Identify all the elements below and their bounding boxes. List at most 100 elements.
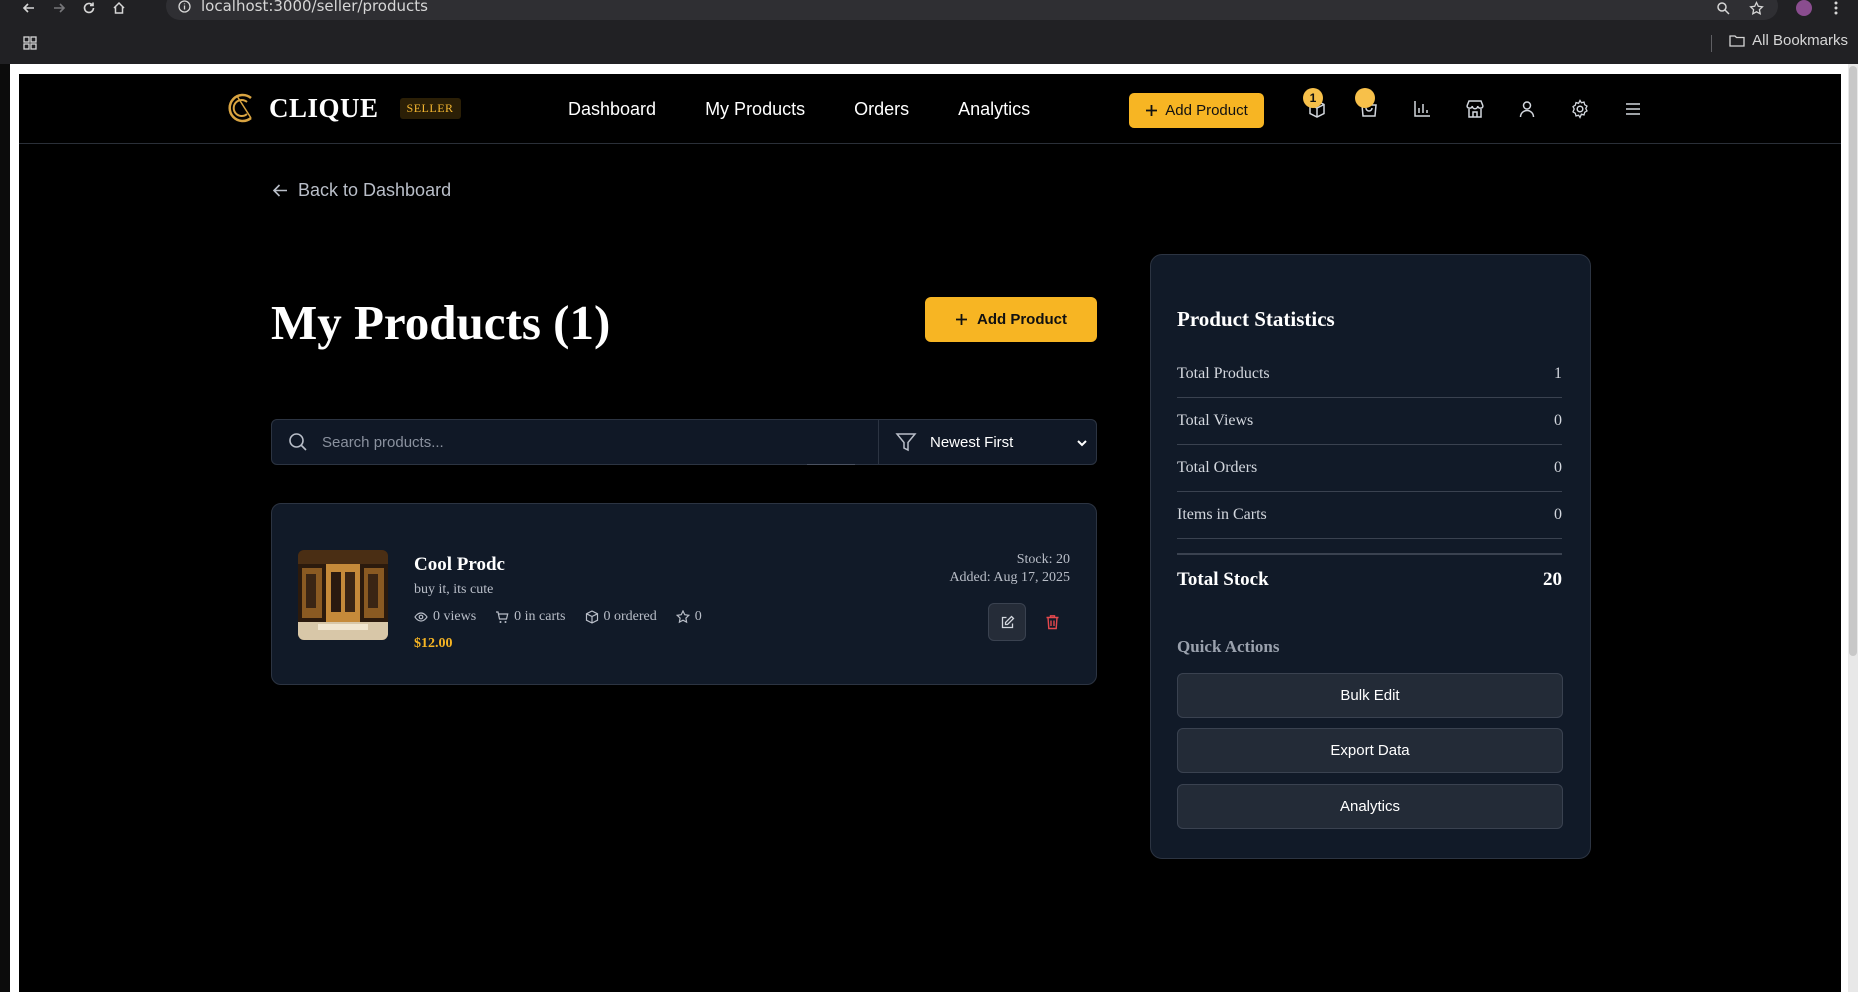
address-bar[interactable]: localhost:3000/seller/products xyxy=(166,0,1778,20)
back-nav-icon[interactable] xyxy=(22,0,36,16)
eye-icon xyxy=(414,612,428,622)
carts-stat: 0 in carts xyxy=(495,609,566,625)
brand-mark-icon xyxy=(228,93,252,123)
add-product-button[interactable]: Add Product xyxy=(925,297,1097,342)
bookmarks-divider xyxy=(1711,35,1712,52)
stat-row-total-orders: Total Orders 0 xyxy=(1177,445,1562,492)
seller-badge: SELLER xyxy=(399,97,461,119)
total-stock-value: 20 xyxy=(1543,569,1562,590)
back-to-dashboard-link[interactable]: Back to Dashboard xyxy=(272,180,451,201)
edit-icon xyxy=(1001,615,1014,628)
brand-name: CLIQUE xyxy=(269,92,379,123)
search-input[interactable]: Search products... xyxy=(271,419,879,465)
main-nav: Dashboard My Products Orders Analytics xyxy=(568,99,1030,120)
total-stock-label: Total Stock xyxy=(1177,569,1269,590)
profile-avatar-icon[interactable] xyxy=(1796,0,1812,16)
notification-dot xyxy=(1355,88,1375,108)
home-icon[interactable] xyxy=(112,0,126,16)
zoom-icon[interactable] xyxy=(1716,0,1730,16)
cart-count-badge: 1 xyxy=(1303,88,1323,108)
nav-my-products[interactable]: My Products xyxy=(705,99,805,120)
brand-logo[interactable]: CLIQUE SELLER xyxy=(227,92,461,124)
views-stat: 0 views xyxy=(414,609,476,625)
browser-viewport: CLIQUE SELLER Dashboard My Products Orde… xyxy=(10,64,1848,992)
stat-value: 1 xyxy=(1554,365,1562,382)
gear-icon[interactable] xyxy=(1567,96,1593,122)
filter-icon xyxy=(895,433,917,452)
header-add-product-button[interactable]: Add Product xyxy=(1129,93,1264,128)
stat-label: Total Views xyxy=(1177,412,1254,429)
sort-select[interactable]: Newest First xyxy=(878,419,1097,465)
quick-actions-title: Quick Actions xyxy=(1177,637,1280,656)
product-statistics-panel: Product Statistics Total Products 1 Tota… xyxy=(1150,254,1591,859)
stat-label: Total Orders xyxy=(1177,459,1258,476)
package-icon xyxy=(585,610,598,624)
add-product-label: Add Product xyxy=(977,311,1067,328)
analytics-button[interactable]: Analytics xyxy=(1177,784,1563,829)
url-text[interactable]: localhost:3000/seller/products xyxy=(201,0,428,15)
browser-toolbar: localhost:3000/seller/products xyxy=(0,0,1858,22)
page-title: My Products (1) xyxy=(271,295,611,350)
search-underline xyxy=(807,464,855,465)
bulk-edit-button[interactable]: Bulk Edit xyxy=(1177,673,1563,718)
site-info-icon[interactable] xyxy=(178,0,191,13)
product-added-date: Added: Aug 17, 2025 xyxy=(949,570,1070,585)
stat-label: Total Products xyxy=(1177,365,1270,382)
search-icon xyxy=(289,433,307,451)
product-image xyxy=(298,550,388,640)
nav-dashboard[interactable]: Dashboard xyxy=(568,99,656,120)
apps-grid-icon[interactable] xyxy=(23,36,37,50)
product-name[interactable]: Cool Prodc xyxy=(414,554,505,576)
stat-row-items-in-carts: Items in Carts 0 xyxy=(1177,492,1562,539)
product-description: buy it, its cute xyxy=(414,582,494,597)
nav-analytics[interactable]: Analytics xyxy=(958,99,1030,120)
views-label: 0 views xyxy=(433,609,477,624)
rating-stat: 0 xyxy=(675,609,702,625)
carts-label: 0 in carts xyxy=(514,609,566,624)
folder-icon xyxy=(1729,35,1745,47)
stat-label: Items in Carts xyxy=(1177,506,1267,523)
ordered-stat: 0 ordered xyxy=(585,609,657,625)
product-meta: Stock: 20 Added: Aug 17, 2025 xyxy=(949,551,1070,587)
menu-icon[interactable] xyxy=(1620,96,1646,122)
trash-icon xyxy=(1046,615,1058,630)
ordered-label: 0 ordered xyxy=(603,609,657,624)
plus-icon xyxy=(1146,105,1158,116)
bar-chart-icon[interactable] xyxy=(1409,96,1435,122)
all-bookmarks-label: All Bookmarks xyxy=(1752,32,1848,49)
cart-icon xyxy=(496,611,509,623)
back-link-label: Back to Dashboard xyxy=(298,180,452,200)
user-icon[interactable] xyxy=(1514,96,1540,122)
scrollbar-thumb[interactable] xyxy=(1849,66,1857,656)
all-bookmarks-button[interactable]: All Bookmarks xyxy=(1729,32,1848,49)
page: CLIQUE SELLER Dashboard My Products Orde… xyxy=(19,74,1841,992)
product-stock: Stock: 20 xyxy=(1016,552,1070,567)
stat-value: 0 xyxy=(1554,459,1562,476)
sort-value: Newest First xyxy=(930,433,1014,451)
chevron-down-icon xyxy=(1077,440,1087,447)
bookmarks-bar: All Bookmarks xyxy=(0,22,1858,64)
delete-product-button[interactable] xyxy=(1038,608,1066,636)
store-icon[interactable] xyxy=(1462,96,1488,122)
search-placeholder: Search products... xyxy=(322,433,444,451)
product-stats: 0 views 0 in carts 0 ordered 0 xyxy=(414,609,702,625)
bookmark-star-icon[interactable] xyxy=(1749,0,1764,16)
export-data-button[interactable]: Export Data xyxy=(1177,728,1563,773)
statistics-title: Product Statistics xyxy=(1177,307,1335,331)
stat-value: 0 xyxy=(1554,412,1562,429)
total-divider xyxy=(1177,553,1562,555)
stat-row-total-views: Total Views 0 xyxy=(1177,398,1562,445)
plus-icon xyxy=(956,314,967,325)
star-icon xyxy=(675,610,690,624)
product-price: $12.00 xyxy=(414,636,453,651)
edit-product-button[interactable] xyxy=(988,603,1026,641)
forward-nav-icon[interactable] xyxy=(52,0,66,16)
reload-icon[interactable] xyxy=(82,0,96,16)
browser-menu-icon[interactable] xyxy=(1834,0,1838,16)
nav-orders[interactable]: Orders xyxy=(854,99,909,120)
product-card[interactable]: Cool Prodc buy it, its cute 0 views 0 in… xyxy=(271,503,1097,685)
site-header: CLIQUE SELLER Dashboard My Products Orde… xyxy=(19,74,1841,144)
rating-label: 0 xyxy=(694,609,702,624)
total-stock-row: Total Stock 20 xyxy=(1177,569,1562,591)
header-add-product-label: Add Product xyxy=(1165,102,1248,119)
